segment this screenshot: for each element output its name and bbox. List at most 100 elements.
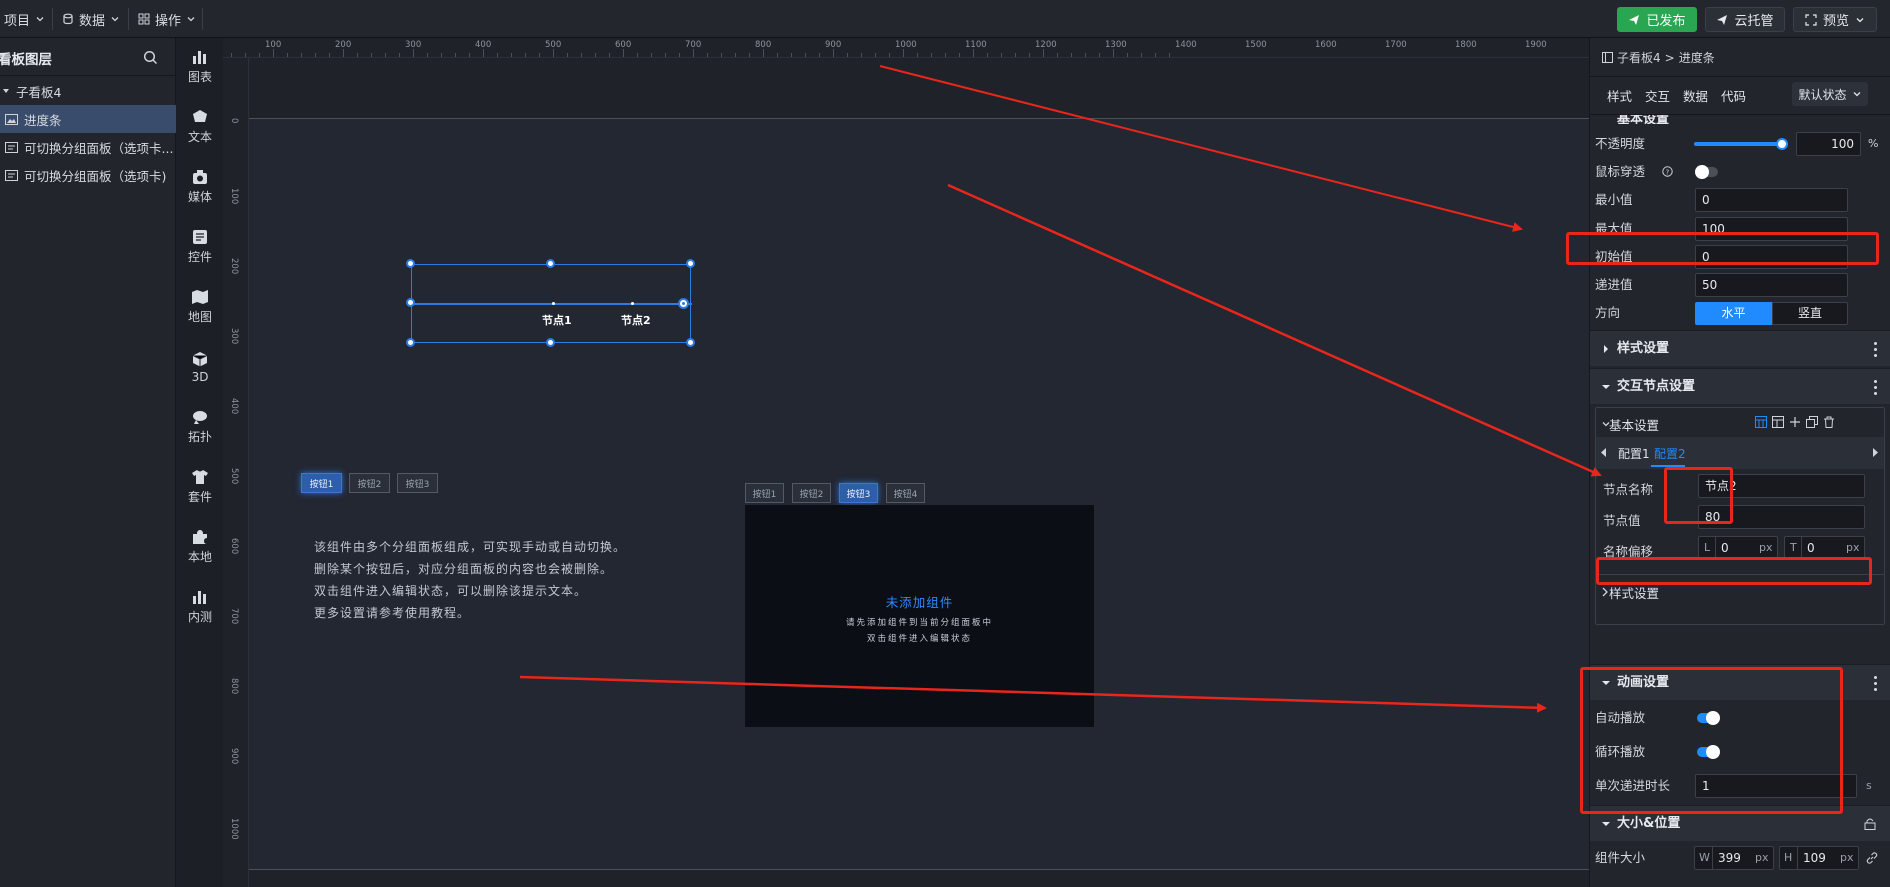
chevron-down-icon xyxy=(1853,92,1860,97)
sidebar-label: 图表 xyxy=(187,70,212,84)
tab-data[interactable]: 数据 xyxy=(1683,86,1708,105)
layer-group-dashboard[interactable]: 子看板4 xyxy=(0,77,176,105)
table-icon[interactable] xyxy=(1755,416,1767,428)
layer-item-tabpanel-2[interactable]: 可切换分组面板（选项卡) xyxy=(0,161,176,189)
ruler-tick xyxy=(301,53,302,57)
preview-button[interactable]: 预览 xyxy=(1793,7,1877,32)
direction-vertical-button[interactable]: 竖直 xyxy=(1772,302,1848,325)
resize-handle[interactable] xyxy=(686,338,695,347)
resize-handle[interactable] xyxy=(406,338,415,347)
style-settings-header[interactable]: 样式设置 xyxy=(1590,330,1890,366)
resize-handle[interactable] xyxy=(406,259,415,268)
tab-button-3[interactable]: 按钮3 xyxy=(397,473,438,493)
ruler-label: 900 xyxy=(825,40,842,50)
unit-label: px xyxy=(1846,541,1860,554)
link-icon[interactable] xyxy=(1866,852,1878,864)
config-tab-2[interactable]: 配置2 xyxy=(1654,445,1686,462)
width-value: 399 xyxy=(1718,851,1741,865)
group-panel-empty[interactable]: 未添加组件 请先添加组件到当前分组面板中 双击组件进入编辑状态 xyxy=(745,505,1094,727)
chevron-down-icon xyxy=(1602,385,1610,389)
sidebar-item-3d[interactable]: 3D xyxy=(177,342,223,392)
direction-horizontal-button[interactable]: 水平 xyxy=(1695,302,1772,325)
opacity-slider-knob[interactable] xyxy=(1776,138,1788,150)
annotation-box-max xyxy=(1566,232,1879,265)
lock-icon[interactable] xyxy=(1864,817,1876,830)
search-icon[interactable] xyxy=(143,50,158,65)
tab-button-2[interactable]: 按钮2 xyxy=(792,483,831,503)
menu-operation[interactable]: 操作 xyxy=(138,0,196,38)
arrow-left-icon[interactable] xyxy=(1600,448,1607,457)
height-tag: H xyxy=(1784,851,1793,864)
layout-icon[interactable] xyxy=(1772,416,1784,428)
state-select[interactable]: 默认状态 xyxy=(1792,82,1868,106)
progress-end-knob[interactable] xyxy=(678,298,689,309)
ruler-tick xyxy=(735,53,736,57)
ruler-label: 800 xyxy=(755,40,772,50)
canvas[interactable]: 节点1 节点2 按钮1 按钮2 按钮3 该组件由多个分组面板组成，可实现手动或自… xyxy=(249,58,1589,887)
add-icon[interactable] xyxy=(1789,416,1801,428)
text-icon xyxy=(193,110,207,122)
tab-button-3[interactable]: 按钮3 xyxy=(839,483,878,503)
ruler-tick xyxy=(329,53,330,57)
width-input[interactable]: W 399 px xyxy=(1694,846,1774,870)
more-icon[interactable] xyxy=(1874,380,1877,395)
sidebar-item-text[interactable]: 文本 xyxy=(177,102,223,152)
node-settings-header[interactable]: 交互节点设置 xyxy=(1590,368,1890,404)
resize-handle[interactable] xyxy=(686,259,695,268)
ruler-tick xyxy=(847,53,848,57)
tab-style[interactable]: 样式 xyxy=(1607,86,1632,105)
delete-icon[interactable] xyxy=(1823,416,1835,428)
ruler-vertical: 0 100 200 300 400 500 600 700 800 900 1000 xyxy=(223,58,249,887)
resize-handle[interactable] xyxy=(406,298,415,307)
map-icon xyxy=(192,290,208,304)
config-tab-1[interactable]: 配置1 xyxy=(1618,445,1650,462)
more-icon[interactable] xyxy=(1874,676,1877,691)
annotation-box-node-value xyxy=(1596,557,1872,585)
height-input[interactable]: H 109 px xyxy=(1779,846,1859,870)
ruler-label: 1100 xyxy=(965,40,987,50)
dashboard-stage[interactable]: 节点1 节点2 按钮1 按钮2 按钮3 该组件由多个分组面板组成，可实现手动或自… xyxy=(249,118,1589,870)
copy-icon[interactable] xyxy=(1806,416,1818,428)
layer-item-progress[interactable]: 进度条 xyxy=(0,105,176,133)
sidebar-item-local[interactable]: 本地 xyxy=(177,522,223,572)
sidebar-item-beta[interactable]: 内测 xyxy=(177,582,223,632)
sidebar-item-media[interactable]: 媒体 xyxy=(177,162,223,212)
menu-project[interactable]: 项目 xyxy=(4,0,45,38)
sidebar-item-topology[interactable]: 拓扑 xyxy=(177,402,223,452)
progress-component[interactable]: 节点1 节点2 xyxy=(411,264,692,343)
arrow-right-icon[interactable] xyxy=(1872,448,1879,457)
sidebar-item-chart[interactable]: 图表 xyxy=(177,42,223,92)
tab-button-4[interactable]: 按钮4 xyxy=(886,483,925,503)
resize-handle[interactable] xyxy=(546,338,555,347)
more-icon[interactable] xyxy=(1874,342,1877,357)
tab-interaction[interactable]: 交互 xyxy=(1645,86,1670,105)
offset-t-tag: T xyxy=(1790,541,1797,554)
ruler-label: 1300 xyxy=(1105,40,1127,50)
menu-data-label: 数据 xyxy=(79,13,106,29)
sidebar-item-kit[interactable]: 套件 xyxy=(177,462,223,512)
tab-button-1[interactable]: 按钮1 xyxy=(301,473,342,493)
resize-handle[interactable] xyxy=(546,259,555,268)
sidebar-item-control[interactable]: 控件 xyxy=(177,222,223,272)
layers-title: 看板图层 xyxy=(0,52,52,68)
publish-button[interactable]: 已发布 xyxy=(1617,7,1697,32)
min-input[interactable]: 0 xyxy=(1695,188,1848,212)
ruler-tick xyxy=(651,53,652,57)
basic-settings-header[interactable]: 基本设置 xyxy=(1590,115,1890,124)
tab-button-1[interactable]: 按钮1 xyxy=(745,483,784,503)
opacity-input[interactable]: 100 xyxy=(1796,132,1861,156)
beta-chart-icon xyxy=(193,591,206,604)
breadcrumb-parent[interactable]: 子看板4 xyxy=(1617,49,1661,66)
step-input[interactable]: 50 xyxy=(1695,273,1848,297)
tab-code[interactable]: 代码 xyxy=(1721,86,1746,105)
layer-label: 可切换分组面板（选项卡) xyxy=(24,168,167,184)
chevron-down-icon xyxy=(1856,17,1864,22)
sidebar-item-map[interactable]: 地图 xyxy=(177,282,223,332)
menu-data[interactable]: 数据 xyxy=(62,0,120,38)
layer-item-tabpanel-1[interactable]: 可切换分组面板（选项卡... xyxy=(0,133,176,161)
ruler-label: 0 xyxy=(229,118,239,124)
opacity-slider[interactable] xyxy=(1694,138,1788,150)
tab-button-2[interactable]: 按钮2 xyxy=(349,473,390,493)
mouse-through-toggle[interactable] xyxy=(1695,165,1718,179)
cloud-hosting-button[interactable]: 云托管 xyxy=(1705,7,1785,32)
